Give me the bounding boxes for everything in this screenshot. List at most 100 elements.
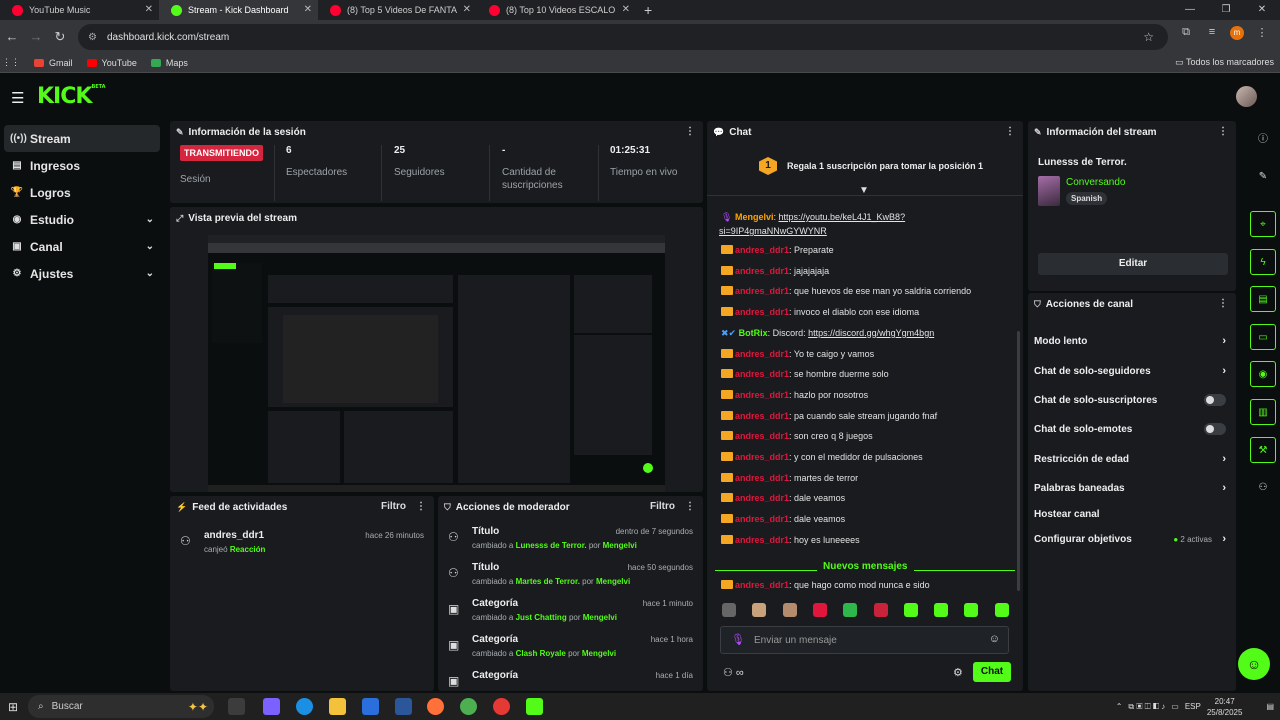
kick-logo[interactable]: KICKBETA bbox=[37, 84, 106, 109]
hamburger-menu-icon[interactable]: ☰ bbox=[11, 89, 24, 107]
word-icon[interactable] bbox=[395, 698, 412, 715]
tray-icons[interactable]: ⧉ ▣ ◫ ◧ ♪ bbox=[1128, 702, 1165, 712]
extensions-icon[interactable]: ⧉ bbox=[1178, 26, 1194, 40]
new-messages-label[interactable]: Nuevos mensajes bbox=[817, 561, 914, 572]
emoji-icon[interactable]: ☺ bbox=[989, 633, 1000, 645]
activity-filter-button[interactable]: Filtro bbox=[381, 501, 406, 512]
task-view-icon[interactable] bbox=[228, 698, 245, 715]
emote-icon[interactable] bbox=[722, 603, 736, 617]
user-avatar[interactable] bbox=[1236, 86, 1257, 107]
new-tab-icon[interactable]: + bbox=[644, 2, 652, 18]
tray-chevron-icon[interactable]: ⌃ bbox=[1116, 702, 1123, 711]
forward-icon[interactable]: → bbox=[24, 29, 48, 44]
profile-icon[interactable]: m bbox=[1230, 26, 1244, 40]
share-icon[interactable]: ⚇ bbox=[1250, 474, 1276, 500]
edit-stream-button[interactable]: Editar bbox=[1038, 253, 1228, 275]
channel-action-3[interactable]: Chat de solo-suscriptores bbox=[1034, 388, 1226, 412]
firefox-icon[interactable] bbox=[427, 698, 444, 715]
emote-icon[interactable] bbox=[843, 603, 858, 617]
language-indicator[interactable]: ESP bbox=[1185, 702, 1201, 711]
browser-tab[interactable]: (8) Top 10 Videos ESCALOFRIANTES✕ bbox=[477, 0, 636, 20]
users-icon[interactable]: ⚇ ∞ bbox=[723, 666, 744, 679]
edit-icon[interactable]: ✎ bbox=[1250, 163, 1276, 189]
reload-icon[interactable]: ↻ bbox=[48, 29, 72, 45]
browser-menu-icon[interactable]: ⋮ bbox=[1254, 26, 1270, 40]
gift-sub-banner[interactable]: 1 Regala 1 suscripción para tomar la pos… bbox=[759, 157, 983, 175]
tools-icon[interactable]: ⚒ bbox=[1250, 437, 1276, 463]
scene-icon[interactable]: ⌖ bbox=[1250, 211, 1276, 237]
emote-icon[interactable] bbox=[994, 603, 1009, 617]
notes-icon[interactable]: ▤ bbox=[1250, 286, 1276, 312]
broadcast-icon[interactable]: ◉ bbox=[1250, 361, 1276, 387]
emote-icon[interactable] bbox=[964, 603, 979, 617]
bookmark-gmail[interactable]: Gmail bbox=[34, 58, 73, 68]
send-chat-button[interactable]: Chat bbox=[973, 662, 1011, 682]
sidebar-item-stream[interactable]: ((•)) Stream bbox=[4, 125, 160, 152]
moderator-filter-button[interactable]: Filtro bbox=[650, 501, 675, 512]
restore-icon[interactable]: ❐ bbox=[1208, 0, 1244, 20]
kebab-menu-icon[interactable]: ⋮ bbox=[1218, 298, 1228, 309]
chat-settings-icon[interactable]: ⚙ bbox=[953, 666, 963, 679]
close-tab-icon[interactable]: ✕ bbox=[622, 4, 630, 15]
chat-scrollbar[interactable] bbox=[1017, 331, 1020, 591]
close-window-icon[interactable]: ✕ bbox=[1244, 0, 1280, 20]
kebab-menu-icon[interactable]: ⋮ bbox=[1005, 126, 1015, 137]
lightning-icon[interactable]: ϟ bbox=[1250, 249, 1276, 275]
layout-icon[interactable]: ▥ bbox=[1250, 399, 1276, 425]
stream-preview-video[interactable] bbox=[208, 235, 665, 492]
battery-icon[interactable]: ▭ bbox=[1171, 702, 1179, 711]
app-icon[interactable] bbox=[362, 698, 379, 715]
url-input[interactable]: ⚙ dashboard.kick.com/stream ☆ bbox=[78, 24, 1168, 50]
kebab-menu-icon[interactable]: ⋮ bbox=[416, 501, 426, 512]
chrome-active-icon[interactable] bbox=[493, 698, 510, 715]
sidebar-item-ajustes[interactable]: ⚙ Ajustes ⌄ bbox=[4, 260, 160, 287]
sidebar-item-ingresos[interactable]: ▤ Ingresos bbox=[4, 152, 160, 179]
sidebar-item-canal[interactable]: ▣ Canal ⌄ bbox=[4, 233, 160, 260]
kebab-menu-icon[interactable]: ⋮ bbox=[685, 501, 695, 512]
sidebar-item-logros[interactable]: 🏆 Logros bbox=[4, 179, 160, 206]
channel-action-6[interactable]: Palabras baneadas › bbox=[1034, 476, 1226, 500]
all-bookmarks[interactable]: ▭ Todos los marcadores bbox=[1175, 57, 1274, 68]
chrome-icon[interactable] bbox=[460, 698, 477, 715]
taskbar-search[interactable]: ⌕ Buscar ✦✦ bbox=[28, 695, 214, 718]
help-chat-button[interactable]: ☺ bbox=[1238, 648, 1270, 680]
edge-icon[interactable] bbox=[296, 698, 313, 715]
kick-app-icon[interactable] bbox=[526, 698, 543, 715]
copilot-icon[interactable] bbox=[263, 698, 280, 715]
explorer-icon[interactable] bbox=[329, 698, 346, 715]
toggle-switch[interactable] bbox=[1204, 423, 1226, 435]
emote-icon[interactable] bbox=[752, 603, 767, 617]
channel-action-2[interactable]: Chat de solo-seguidores › bbox=[1034, 359, 1226, 383]
media-icon[interactable]: ≡ bbox=[1204, 26, 1220, 40]
emote-icon[interactable] bbox=[934, 603, 949, 617]
minimize-icon[interactable]: — bbox=[1172, 0, 1208, 20]
kebab-menu-icon[interactable]: ⋮ bbox=[1218, 126, 1228, 137]
bookmark-youtube[interactable]: YouTube bbox=[86, 58, 137, 68]
channel-action-8[interactable]: Configurar objetivos › ● 2 activas bbox=[1034, 527, 1226, 551]
back-icon[interactable]: ← bbox=[0, 29, 24, 44]
bookmark-star-icon[interactable]: ☆ bbox=[1143, 30, 1154, 44]
stream-category[interactable]: Conversando bbox=[1066, 177, 1125, 188]
bookmark-maps[interactable]: Maps bbox=[150, 58, 188, 68]
browser-tab[interactable]: YouTube Music ✕ bbox=[0, 0, 159, 20]
emote-icon[interactable] bbox=[903, 603, 918, 617]
site-info-icon[interactable]: ⚙ bbox=[88, 32, 97, 43]
browser-tab[interactable]: Stream - Kick Dashboard ✕ bbox=[159, 0, 318, 20]
toggle-switch[interactable] bbox=[1204, 394, 1226, 406]
close-tab-icon[interactable]: ✕ bbox=[145, 4, 153, 15]
channel-action-4[interactable]: Chat de solo-emotes bbox=[1034, 417, 1226, 441]
apps-grid-icon[interactable]: ⋮⋮ bbox=[0, 57, 22, 68]
channel-action-1[interactable]: Modo lento › bbox=[1034, 329, 1226, 353]
close-tab-icon[interactable]: ✕ bbox=[304, 4, 312, 15]
windows-start-icon[interactable]: ⊞ bbox=[0, 700, 26, 714]
notifications-icon[interactable]: ▤ bbox=[1266, 702, 1274, 711]
chat-input[interactable]: 🎙 Enviar un mensaje ☺ bbox=[720, 626, 1009, 654]
channel-action-5[interactable]: Restricción de edad › bbox=[1034, 447, 1226, 471]
channel-action-7[interactable]: Hostear canal bbox=[1034, 502, 1226, 526]
kebab-menu-icon[interactable]: ⋮ bbox=[685, 126, 695, 137]
taskbar-clock[interactable]: 20:47 25/8/2025 bbox=[1207, 696, 1243, 718]
browser-tab[interactable]: (8) Top 5 Videos De FANTASMAS✕ bbox=[318, 0, 477, 20]
emote-icon[interactable] bbox=[812, 603, 827, 617]
emote-icon[interactable] bbox=[782, 603, 797, 617]
info-icon[interactable]: ⓘ bbox=[1250, 124, 1276, 150]
